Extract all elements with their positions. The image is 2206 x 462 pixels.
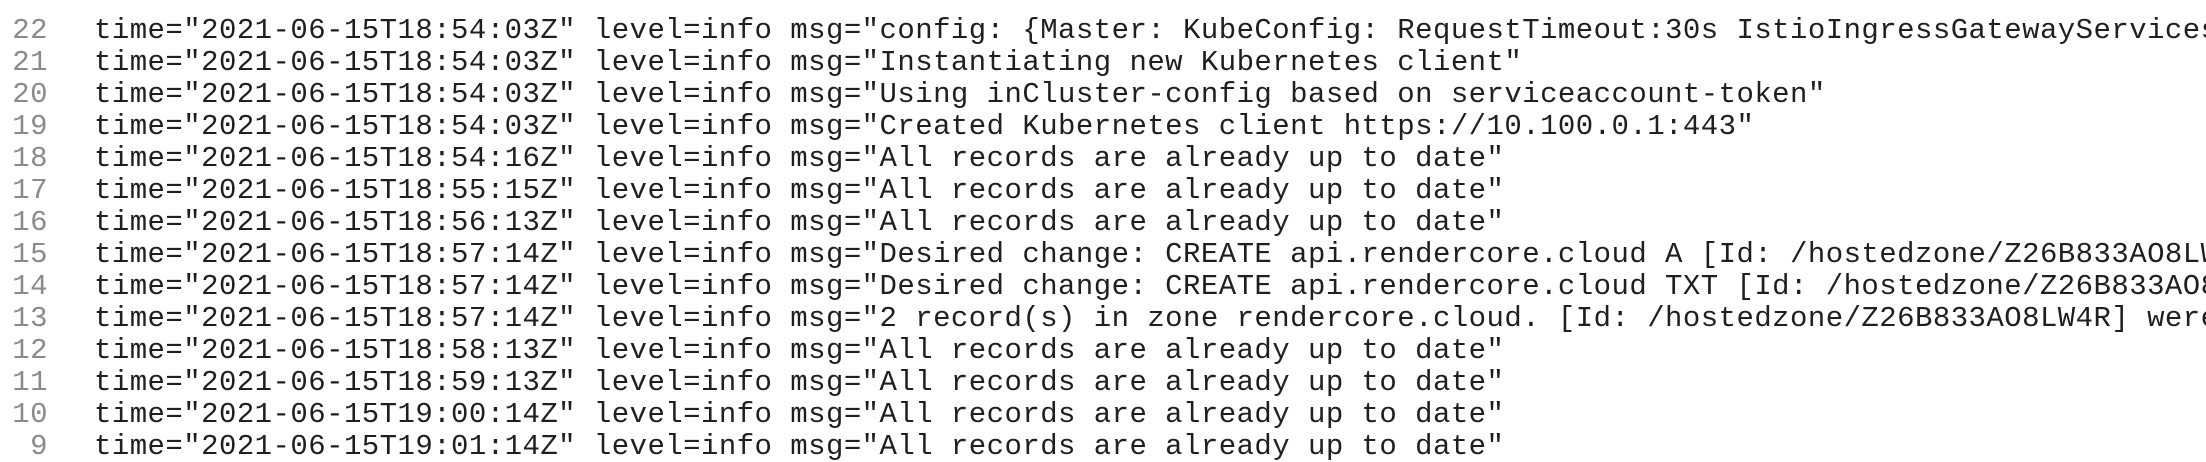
line-number: 15 (12, 237, 48, 271)
log-line: 20 time="2021-06-15T18:54:03Z" level=inf… (0, 77, 2206, 111)
log-message: time="2021-06-15T18:59:13Z" level=info m… (94, 365, 1505, 399)
log-lines: 22 time="2021-06-15T18:54:03Z" level=inf… (0, 14, 2206, 462)
log-message: time="2021-06-15T18:58:13Z" level=info m… (94, 333, 1505, 367)
log-line: 22 time="2021-06-15T18:54:03Z" level=inf… (0, 13, 2206, 47)
log-message: time="2021-06-15T18:57:14Z" level=info m… (94, 301, 2206, 335)
log-line: 11 time="2021-06-15T18:59:13Z" level=inf… (0, 365, 2206, 399)
log-message: time="2021-06-15T18:54:03Z" level=info m… (94, 45, 1523, 79)
line-number: 13 (12, 301, 48, 335)
log-message: time="2021-06-15T18:56:13Z" level=info m… (94, 205, 1505, 239)
line-number: 20 (12, 77, 48, 111)
log-line: 17 time="2021-06-15T18:55:15Z" level=inf… (0, 173, 2206, 207)
log-viewer[interactable]: 22 time="2021-06-15T18:54:03Z" level=inf… (0, 0, 2206, 462)
log-line: 14 time="2021-06-15T18:57:14Z" level=inf… (0, 269, 2206, 303)
line-number: 16 (12, 205, 48, 239)
log-message: time="2021-06-15T19:00:14Z" level=info m… (94, 397, 1505, 431)
log-line: 15 time="2021-06-15T18:57:14Z" level=inf… (0, 237, 2206, 271)
log-line: 12 time="2021-06-15T18:58:13Z" level=inf… (0, 333, 2206, 367)
line-number: 19 (12, 109, 48, 143)
log-message: time="2021-06-15T19:01:14Z" level=info m… (94, 429, 1505, 462)
line-number: 12 (12, 333, 48, 367)
line-number: 9 (30, 429, 48, 462)
log-message: time="2021-06-15T18:55:15Z" level=info m… (94, 173, 1505, 207)
log-line: 18 time="2021-06-15T18:54:16Z" level=inf… (0, 141, 2206, 175)
log-message: time="2021-06-15T18:54:03Z" level=info m… (94, 77, 1826, 111)
log-line: 21 time="2021-06-15T18:54:03Z" level=inf… (0, 45, 2206, 79)
log-message: time="2021-06-15T18:54:16Z" level=info m… (94, 141, 1505, 175)
line-number: 14 (12, 269, 48, 303)
line-number: 17 (12, 173, 48, 207)
line-number: 22 (12, 13, 48, 47)
log-message: time="2021-06-15T18:54:03Z" level=info m… (94, 109, 1755, 143)
log-line: 10 time="2021-06-15T19:00:14Z" level=inf… (0, 397, 2206, 431)
line-number: 18 (12, 141, 48, 175)
log-line: 19 time="2021-06-15T18:54:03Z" level=inf… (0, 109, 2206, 143)
log-line: 16 time="2021-06-15T18:56:13Z" level=inf… (0, 205, 2206, 239)
log-message: time="2021-06-15T18:54:03Z" level=info m… (94, 13, 2206, 47)
line-number: 10 (12, 397, 48, 431)
log-message: time="2021-06-15T18:57:14Z" level=info m… (94, 269, 2206, 303)
log-message: time="2021-06-15T18:57:14Z" level=info m… (94, 237, 2206, 271)
log-line: 9 time="2021-06-15T19:01:14Z" level=info… (0, 430, 2206, 462)
line-number: 21 (12, 45, 48, 79)
line-number: 11 (12, 365, 48, 399)
log-line: 13 time="2021-06-15T18:57:14Z" level=inf… (0, 301, 2206, 335)
